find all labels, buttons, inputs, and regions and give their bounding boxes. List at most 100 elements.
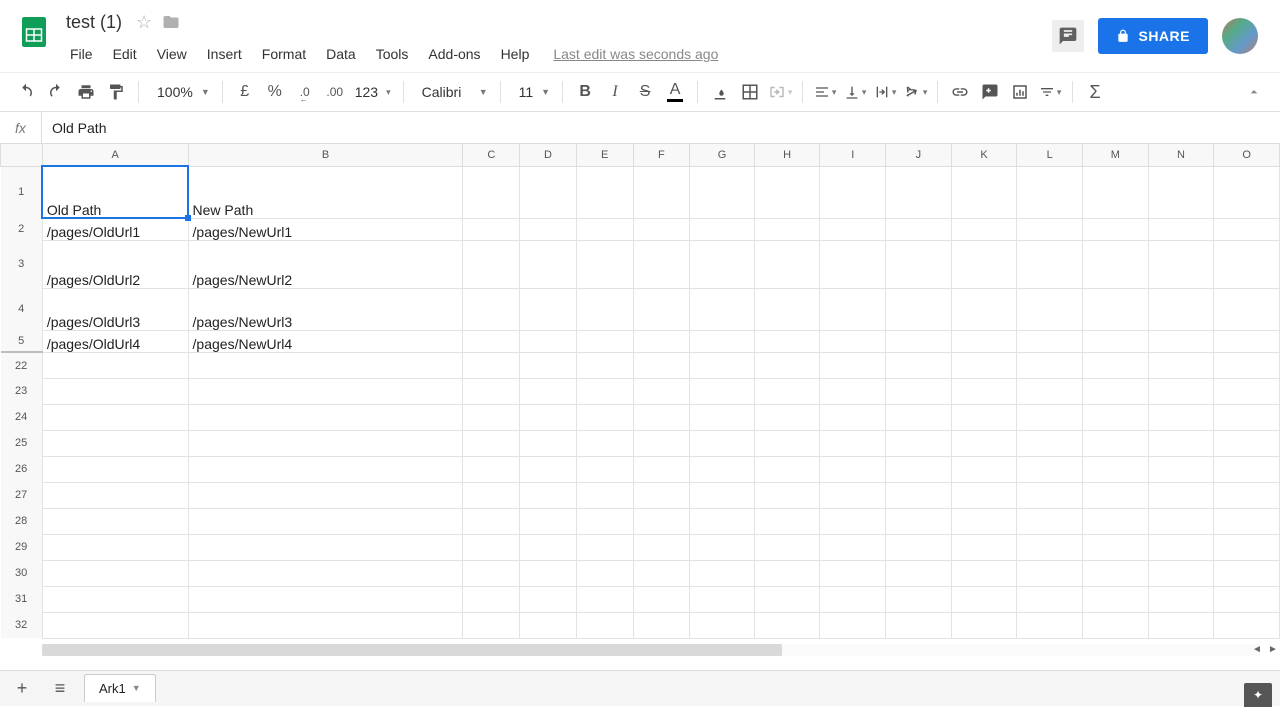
row-header[interactable]: 5 [1, 330, 43, 352]
cell[interactable] [951, 482, 1017, 508]
cell[interactable] [754, 508, 820, 534]
cell[interactable] [42, 482, 188, 508]
cell[interactable] [463, 456, 520, 482]
cell[interactable] [820, 456, 886, 482]
cell[interactable] [576, 482, 633, 508]
cell[interactable] [42, 586, 188, 612]
menu-edit[interactable]: Edit [105, 42, 145, 66]
row-header[interactable]: 2 [1, 218, 43, 240]
cell[interactable] [690, 508, 755, 534]
cell[interactable] [1082, 534, 1148, 560]
cell[interactable] [1017, 534, 1083, 560]
functions-button[interactable]: Σ [1081, 78, 1109, 106]
cell[interactable] [463, 404, 520, 430]
cell[interactable] [633, 218, 690, 240]
column-header[interactable]: H [754, 144, 820, 166]
cell[interactable]: /pages/OldUrl4 [42, 330, 188, 352]
cell[interactable] [188, 534, 463, 560]
menu-tools[interactable]: Tools [368, 42, 417, 66]
column-header[interactable]: D [520, 144, 577, 166]
row-header[interactable]: 3 [1, 240, 43, 288]
cell[interactable] [1214, 240, 1280, 288]
cell[interactable] [42, 534, 188, 560]
row-header[interactable]: 22 [1, 352, 43, 378]
cell[interactable] [1017, 482, 1083, 508]
font-family-select[interactable]: Calibri▼ [412, 84, 492, 100]
currency-button[interactable]: £ [231, 78, 259, 106]
cell[interactable] [1017, 166, 1083, 218]
cell[interactable] [42, 430, 188, 456]
cell[interactable] [754, 166, 820, 218]
cell[interactable] [1017, 456, 1083, 482]
cell[interactable] [951, 612, 1017, 638]
cell[interactable] [188, 482, 463, 508]
cell[interactable] [1017, 288, 1083, 330]
column-header[interactable]: K [951, 144, 1017, 166]
row-header[interactable]: 30 [1, 560, 43, 586]
cell[interactable] [951, 330, 1017, 352]
row-header[interactable]: 1 [1, 166, 43, 218]
cell[interactable] [886, 430, 952, 456]
cell[interactable] [754, 586, 820, 612]
cell[interactable] [820, 508, 886, 534]
cell[interactable] [1082, 166, 1148, 218]
cell[interactable] [886, 456, 952, 482]
cell[interactable] [886, 218, 952, 240]
cell[interactable] [1082, 612, 1148, 638]
cell[interactable] [951, 288, 1017, 330]
horizontal-align-icon[interactable]: ▾ [811, 78, 839, 106]
cell[interactable] [820, 288, 886, 330]
sheet-tab[interactable]: Ark1▼ [84, 674, 156, 702]
cell[interactable]: /pages/NewUrl1 [188, 218, 463, 240]
cell[interactable] [463, 378, 520, 404]
cell[interactable] [463, 166, 520, 218]
cell[interactable] [690, 166, 755, 218]
decrease-decimal-button[interactable]: .0← [291, 78, 319, 106]
cell[interactable] [820, 330, 886, 352]
cell[interactable] [42, 378, 188, 404]
cell[interactable] [951, 378, 1017, 404]
cell[interactable] [1148, 166, 1214, 218]
cell[interactable] [576, 586, 633, 612]
cell[interactable] [576, 240, 633, 288]
cell[interactable] [188, 612, 463, 638]
text-rotation-icon[interactable]: ▾ [901, 78, 929, 106]
cell[interactable] [576, 404, 633, 430]
cell[interactable] [754, 430, 820, 456]
cell[interactable] [576, 352, 633, 378]
cell[interactable] [633, 612, 690, 638]
cell[interactable] [690, 430, 755, 456]
cell[interactable] [633, 378, 690, 404]
cell[interactable] [690, 482, 755, 508]
cell[interactable] [633, 330, 690, 352]
cell[interactable] [576, 218, 633, 240]
font-size-select[interactable]: 11▼ [509, 84, 554, 100]
column-header[interactable]: M [1082, 144, 1148, 166]
cell[interactable] [42, 560, 188, 586]
cell[interactable] [1214, 482, 1280, 508]
row-header[interactable]: 31 [1, 586, 43, 612]
account-avatar[interactable] [1222, 18, 1258, 54]
cell[interactable] [1082, 456, 1148, 482]
row-header[interactable]: 28 [1, 508, 43, 534]
cell[interactable] [886, 352, 952, 378]
menu-view[interactable]: View [149, 42, 195, 66]
cell[interactable] [42, 508, 188, 534]
cell[interactable] [951, 404, 1017, 430]
cell[interactable] [1017, 352, 1083, 378]
cell[interactable] [1017, 586, 1083, 612]
column-header[interactable]: L [1017, 144, 1083, 166]
comments-icon[interactable] [1052, 20, 1084, 52]
column-header[interactable]: G [690, 144, 755, 166]
scroll-right-icon[interactable]: ► [1266, 642, 1280, 656]
cell[interactable] [633, 166, 690, 218]
cell[interactable] [576, 288, 633, 330]
cell[interactable] [633, 288, 690, 330]
cell[interactable] [1148, 404, 1214, 430]
cell[interactable] [1082, 508, 1148, 534]
row-header[interactable]: 27 [1, 482, 43, 508]
merge-cells-icon[interactable]: ▾ [766, 78, 794, 106]
cell[interactable] [188, 352, 463, 378]
cell[interactable] [463, 534, 520, 560]
text-wrap-icon[interactable]: ▾ [871, 78, 899, 106]
